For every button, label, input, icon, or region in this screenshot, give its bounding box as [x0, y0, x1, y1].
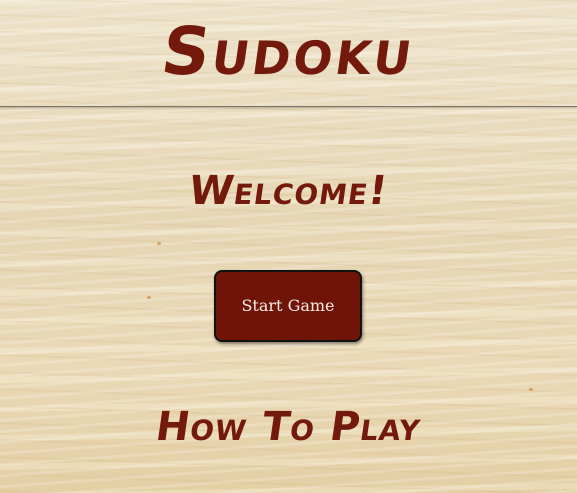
- start-game-button[interactable]: Start Game: [214, 270, 362, 342]
- header-bar: Sudoku: [0, 0, 577, 107]
- welcome-heading: Welcome!: [185, 168, 392, 214]
- background-speck: [147, 296, 151, 299]
- background-speck: [157, 242, 161, 245]
- background-speck: [529, 388, 533, 391]
- how-to-play-heading: How To Play: [153, 404, 424, 450]
- page-title: Sudoku: [156, 13, 421, 90]
